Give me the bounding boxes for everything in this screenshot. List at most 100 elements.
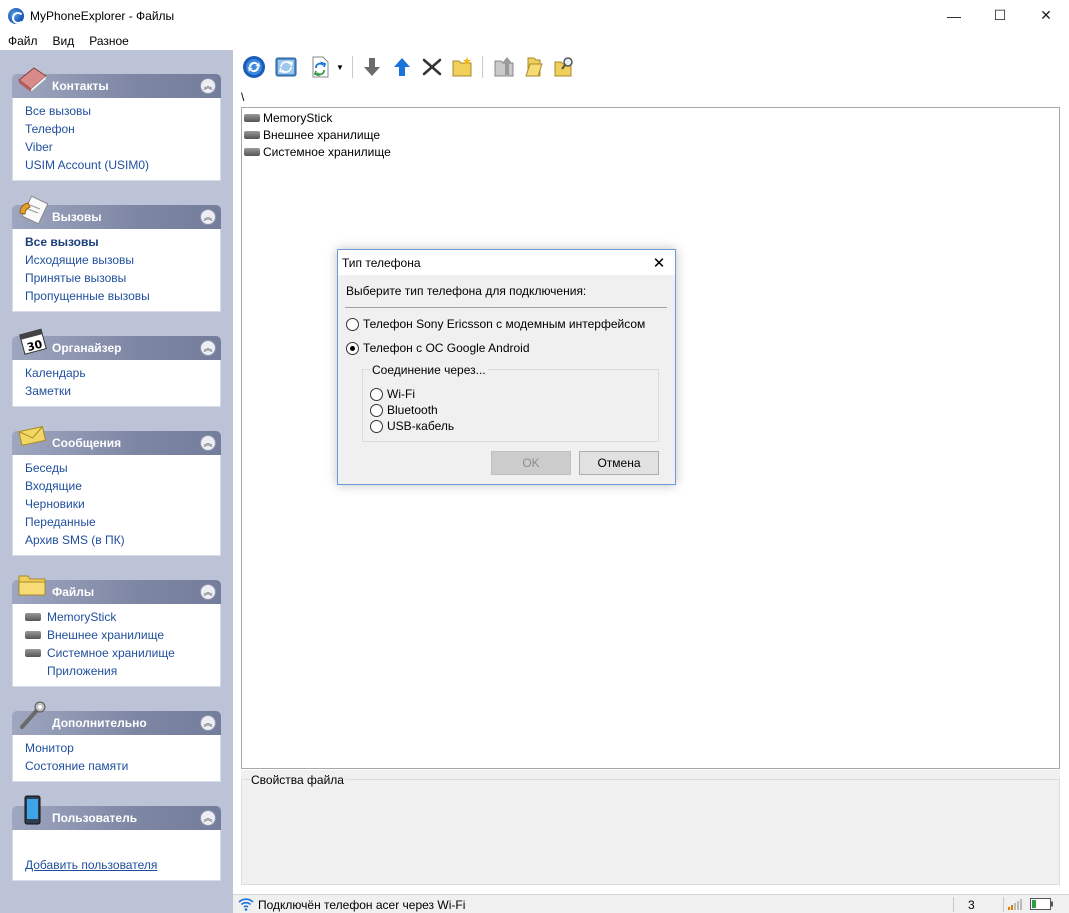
menu-misc[interactable]: Разное bbox=[81, 34, 136, 48]
sidebar-item-calls-received[interactable]: Принятые вызовы bbox=[25, 269, 220, 287]
radio-label: Телефон с ОС Google Android bbox=[363, 341, 530, 355]
collapse-chevron-icon[interactable]: ︽ bbox=[200, 78, 216, 94]
menu-file[interactable]: Файл bbox=[0, 34, 45, 48]
toolbar-separator bbox=[352, 56, 353, 78]
collapse-chevron-icon[interactable]: ︽ bbox=[200, 715, 216, 731]
list-item[interactable]: MemoryStick bbox=[242, 110, 1059, 127]
radio-android[interactable]: Телефон с ОС Google Android bbox=[346, 341, 530, 355]
messages-panel: Сообщения ︽ Беседы Входящие Черновики Пе… bbox=[12, 426, 221, 556]
calls-panel: Вызовы ︽ Все вызовы Исходящие вызовы При… bbox=[12, 195, 221, 312]
toolbar-separator bbox=[482, 56, 483, 78]
collapse-chevron-icon[interactable]: ︽ bbox=[200, 209, 216, 225]
sidebar-item-notes[interactable]: Заметки bbox=[25, 382, 220, 400]
radio-circle[interactable] bbox=[370, 403, 383, 417]
collapse-chevron-icon[interactable]: ︽ bbox=[200, 810, 216, 826]
sidebar-item-sms-archive[interactable]: Архив SMS (в ПК) bbox=[25, 531, 220, 549]
sidebar-item-calendar[interactable]: Календарь bbox=[25, 364, 220, 382]
sidebar-item-calls-all[interactable]: Все вызовы bbox=[25, 233, 220, 251]
app-logo-icon bbox=[8, 7, 24, 24]
sidebar-item-calls-outgoing[interactable]: Исходящие вызовы bbox=[25, 251, 220, 269]
folder-up-icon bbox=[494, 57, 514, 77]
messages-panel-title: Сообщения bbox=[52, 436, 122, 450]
sidebar-item-external-storage[interactable]: Внешнее хранилище bbox=[25, 626, 220, 644]
contacts-panel-header[interactable]: Контакты ︽ bbox=[12, 67, 221, 98]
ok-button[interactable]: OK bbox=[491, 451, 571, 475]
radio-sony-ericsson[interactable]: Телефон Sony Ericsson с модемным интерфе… bbox=[346, 317, 645, 331]
upload-button[interactable] bbox=[389, 54, 415, 80]
radio-circle[interactable] bbox=[370, 387, 383, 401]
organizer-panel-title: Органайзер bbox=[52, 341, 122, 355]
sync-button[interactable] bbox=[307, 54, 333, 80]
sidebar-item-sent[interactable]: Переданные bbox=[25, 513, 220, 531]
close-button[interactable]: ✕ bbox=[1023, 0, 1069, 31]
sidebar-item-conversations[interactable]: Беседы bbox=[25, 459, 220, 477]
radio-usb[interactable]: USB-кабель bbox=[370, 419, 454, 433]
radio-label: Wi-Fi bbox=[387, 387, 415, 401]
phone-type-dialog: Тип телефона ✕ Выберите тип телефона для… bbox=[337, 249, 676, 485]
sidebar-item-contacts-phone[interactable]: Телефон bbox=[25, 120, 220, 138]
radio-bluetooth[interactable]: Bluetooth bbox=[370, 403, 438, 417]
sidebar-item-inbox[interactable]: Входящие bbox=[25, 477, 220, 495]
extra-panel-header[interactable]: Дополнительно ︽ bbox=[12, 701, 221, 735]
messages-panel-header[interactable]: Сообщения ︽ bbox=[12, 426, 221, 455]
cancel-button[interactable]: Отмена bbox=[579, 451, 659, 475]
sidebar-item-memorystick[interactable]: MemoryStick bbox=[25, 608, 220, 626]
file-properties-panel: Свойства файла bbox=[241, 770, 1060, 885]
signal-strength-icon bbox=[1008, 899, 1022, 910]
organizer-panel-header[interactable]: 30 Органайзер ︽ bbox=[12, 328, 221, 360]
sidebar-item-drafts[interactable]: Черновики bbox=[25, 495, 220, 513]
contacts-panel-body: Все вызовы Телефон Viber USIM Account (U… bbox=[12, 98, 221, 181]
radio-label: Телефон Sony Ericsson с модемным интерфе… bbox=[363, 317, 646, 331]
status-separator bbox=[1003, 897, 1004, 912]
organizer-panel-body: Календарь Заметки bbox=[12, 360, 221, 407]
drive-icon bbox=[244, 130, 260, 139]
search-folder-button[interactable] bbox=[551, 54, 577, 80]
calendar-icon: 30 bbox=[19, 328, 47, 355]
minimize-button[interactable]: — bbox=[931, 0, 977, 31]
sidebar: Контакты ︽ Все вызовы Телефон Viber USIM… bbox=[0, 50, 233, 913]
arrow-up-icon bbox=[394, 58, 410, 76]
collapse-chevron-icon[interactable]: ︽ bbox=[200, 584, 216, 600]
sidebar-item-label: Системное хранилище bbox=[47, 646, 175, 660]
dialog-close-button[interactable]: ✕ bbox=[649, 253, 669, 273]
radio-circle[interactable] bbox=[370, 419, 383, 433]
collapse-chevron-icon[interactable]: ︽ bbox=[200, 340, 216, 356]
maximize-button[interactable]: ☐ bbox=[977, 0, 1023, 31]
delete-button[interactable] bbox=[419, 54, 445, 80]
connect-button[interactable] bbox=[241, 54, 267, 80]
collapse-chevron-icon[interactable]: ︽ bbox=[200, 435, 216, 451]
list-item[interactable]: Системное хранилище bbox=[242, 144, 1059, 161]
calls-panel-header[interactable]: Вызовы ︽ bbox=[12, 195, 221, 229]
sidebar-item-memory-status[interactable]: Состояние памяти bbox=[25, 757, 220, 775]
list-item[interactable]: Внешнее хранилище bbox=[242, 127, 1059, 144]
user-panel-header[interactable]: Пользователь ︽ bbox=[12, 795, 221, 830]
download-button[interactable] bbox=[359, 54, 385, 80]
sidebar-item-calls-missed[interactable]: Пропущенные вызовы bbox=[25, 287, 220, 305]
sync-dropdown-button[interactable]: ▼ bbox=[333, 54, 347, 80]
sidebar-item-system-storage[interactable]: Системное хранилище bbox=[25, 644, 220, 662]
sidebar-item-contacts-viber[interactable]: Viber bbox=[25, 138, 220, 156]
extra-panel-body: Монитор Состояние памяти bbox=[12, 735, 221, 782]
sidebar-item-apps[interactable]: Приложения bbox=[25, 662, 220, 680]
folder-up-button[interactable] bbox=[491, 54, 517, 80]
envelope-icon bbox=[18, 426, 46, 446]
radio-wifi[interactable]: Wi-Fi bbox=[370, 387, 415, 401]
menu-view[interactable]: Вид bbox=[45, 34, 82, 48]
new-folder-button[interactable] bbox=[449, 54, 475, 80]
open-folder-button[interactable] bbox=[521, 54, 547, 80]
radio-circle[interactable] bbox=[346, 317, 359, 331]
status-separator bbox=[953, 897, 954, 912]
refresh-button[interactable] bbox=[273, 54, 299, 80]
sidebar-item-contacts-usim[interactable]: USIM Account (USIM0) bbox=[25, 156, 220, 174]
extra-panel-title: Дополнительно bbox=[52, 716, 147, 730]
dialog-title-bar: Тип телефона ✕ bbox=[338, 250, 675, 275]
radio-circle[interactable] bbox=[346, 341, 359, 355]
menu-bar: Файл Вид Разное bbox=[0, 31, 1069, 50]
dialog-prompt: Выберите тип телефона для подключения: bbox=[346, 284, 587, 298]
sidebar-item-contacts-all[interactable]: Все вызовы bbox=[25, 102, 220, 120]
connection-group-label: Соединение через... bbox=[370, 363, 488, 377]
files-panel-header[interactable]: Файлы ︽ bbox=[12, 575, 221, 604]
add-user-link[interactable]: Добавить пользователя bbox=[25, 856, 220, 874]
sidebar-item-monitor[interactable]: Монитор bbox=[25, 739, 220, 757]
delete-x-icon bbox=[422, 58, 442, 76]
